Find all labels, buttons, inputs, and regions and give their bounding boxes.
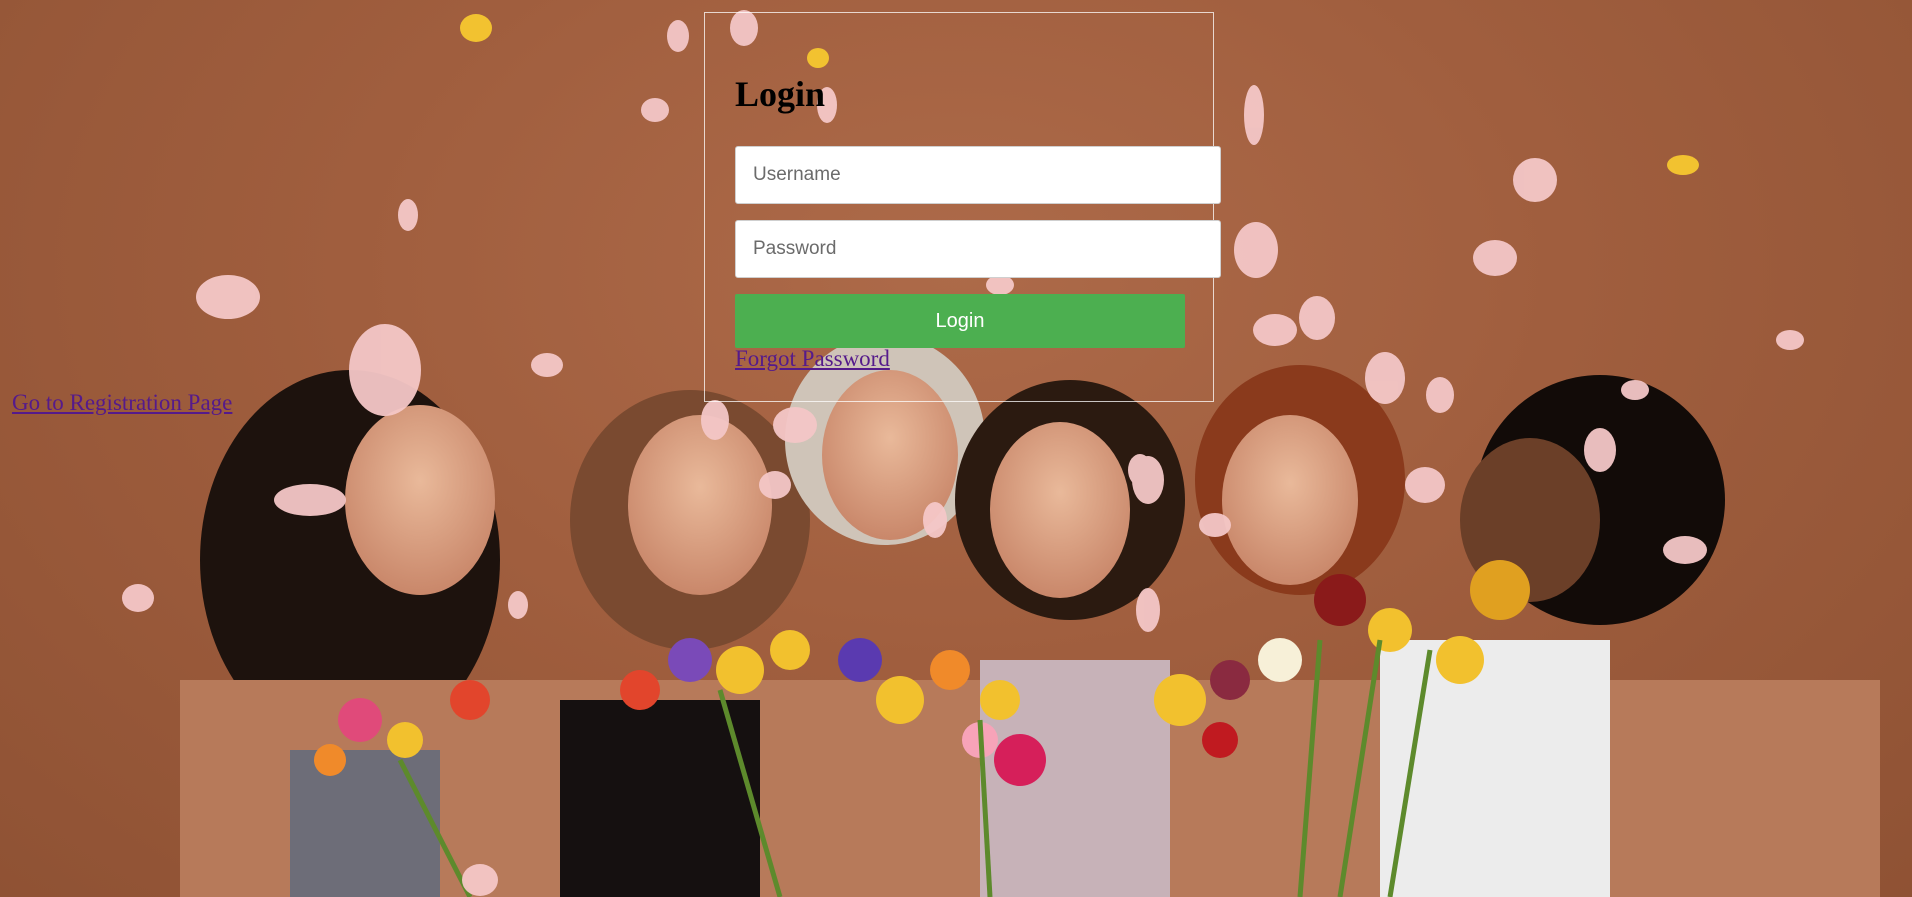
- login-button[interactable]: Login: [735, 294, 1185, 348]
- login-card: Login Login Forgot Password: [704, 12, 1221, 402]
- login-title: Login: [735, 74, 826, 114]
- registration-page-link[interactable]: Go to Registration Page: [12, 390, 232, 416]
- username-input[interactable]: [735, 146, 1221, 204]
- password-input[interactable]: [735, 220, 1221, 278]
- forgot-password-link[interactable]: Forgot Password: [735, 346, 890, 372]
